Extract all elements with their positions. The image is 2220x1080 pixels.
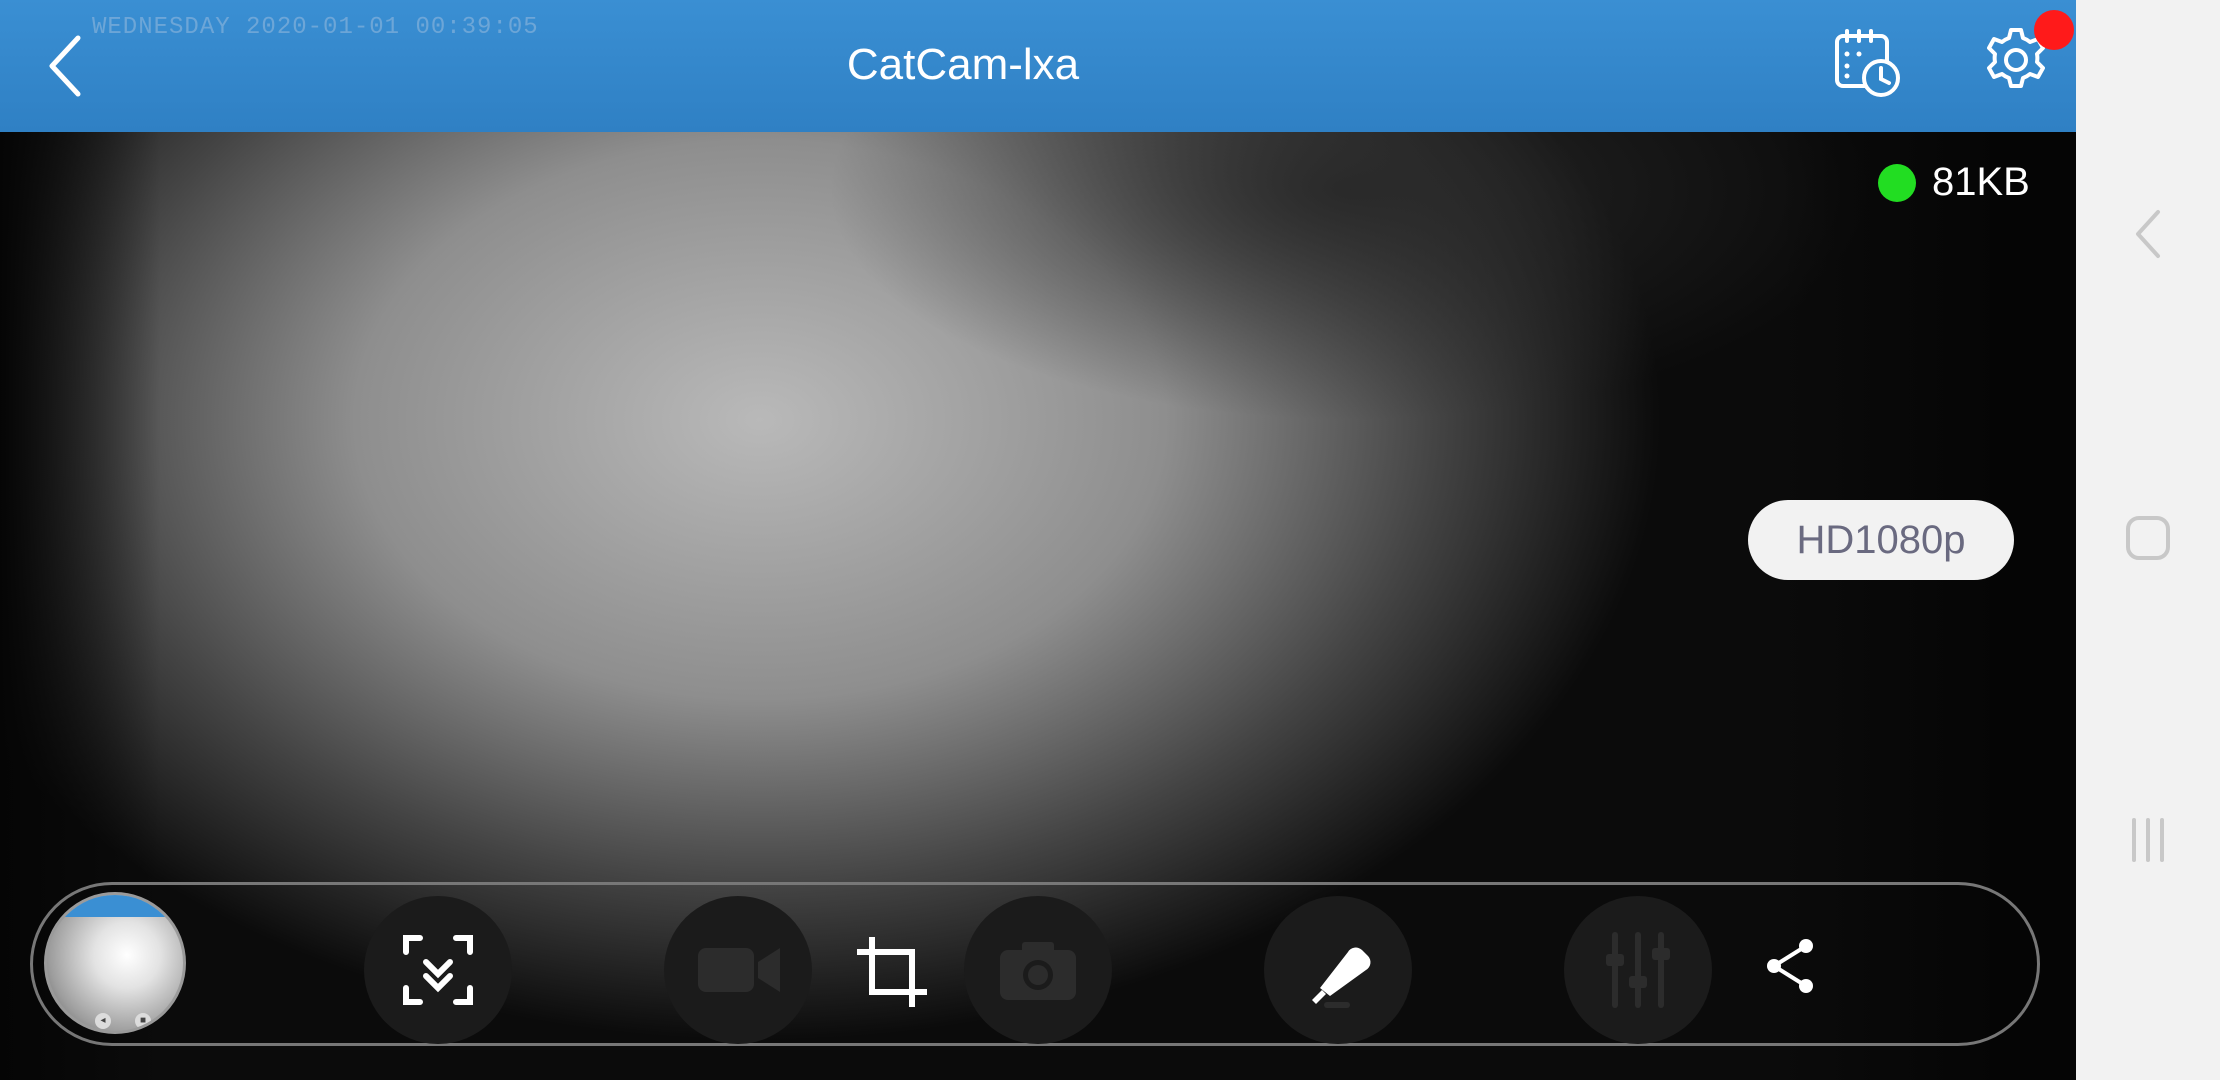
- connection-status-dot: [1878, 163, 1916, 202]
- crop-button[interactable]: [856, 936, 928, 1008]
- image-settings-button[interactable]: [1564, 896, 1712, 1044]
- camera-icon: [1000, 942, 1076, 1000]
- system-back-button[interactable]: [2100, 186, 2196, 282]
- resolution-button[interactable]: HD1080p: [1748, 500, 2014, 580]
- osd-timestamp: WEDNESDAY 2020-01-01 00:39:05: [92, 14, 539, 41]
- talk-button[interactable]: [1264, 896, 1412, 1044]
- calendar-clock-icon: [1835, 29, 1900, 97]
- back-chevron-icon: [2136, 210, 2160, 258]
- schedule-button[interactable]: [1833, 28, 1903, 100]
- speaker-icon: ◂: [95, 1013, 111, 1029]
- home-square-icon: [2126, 516, 2170, 560]
- system-navigation-bar: [2076, 0, 2220, 1080]
- ptz-collapse-button[interactable]: [364, 896, 512, 1044]
- video-icon: ■: [135, 1013, 151, 1029]
- share-button[interactable]: [1762, 936, 1818, 996]
- system-home-button[interactable]: [2100, 490, 2196, 586]
- chevron-double-down-icon: [403, 935, 473, 1005]
- share-icon: [1767, 939, 1813, 993]
- snapshot-button[interactable]: [964, 896, 1112, 1044]
- sliders-icon: [1606, 932, 1670, 1008]
- crop-icon: [857, 937, 927, 1007]
- bitrate-label: 81KB: [1932, 160, 2030, 204]
- video-camera-icon: [698, 948, 780, 992]
- camera-title: CatCam-lxa: [846, 40, 1080, 89]
- recents-icon: [2132, 818, 2164, 862]
- record-button[interactable]: [664, 896, 812, 1044]
- preview-thumbnail[interactable]: ◂ ■: [44, 892, 186, 1034]
- header-bar: WEDNESDAY 2020-01-01 00:39:05 CatCam-lxa: [0, 0, 2076, 132]
- system-recents-button[interactable]: [2100, 792, 2196, 888]
- notification-dot: [2034, 10, 2074, 50]
- network-status: 81KB: [1878, 160, 2030, 205]
- microphone-icon: [1312, 947, 1371, 1008]
- thumbnail-header: [47, 895, 183, 917]
- camera-live-view: WEDNESDAY 2020-01-01 00:39:05 CatCam-lxa: [0, 0, 2076, 1080]
